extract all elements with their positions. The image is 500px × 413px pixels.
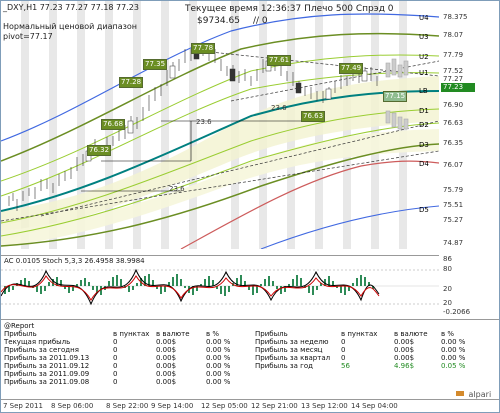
- time-tick: 13 Sep 12:00: [301, 402, 348, 410]
- price-bubble: 76.63: [301, 111, 326, 122]
- level-d4: D4: [419, 160, 429, 168]
- level-u4: U4: [419, 14, 429, 22]
- time-tick: 12 Sep 21:00: [251, 402, 298, 410]
- time-tick: 12 Sep 05:00: [201, 402, 248, 410]
- alpari-logo-icon: [456, 391, 464, 396]
- time-tick: 8 Sep 06:00: [51, 402, 94, 410]
- level-u2: U2: [419, 53, 429, 61]
- level-d5: D5: [419, 206, 429, 214]
- time-tick: 7 Sep 2011: [3, 402, 43, 410]
- report-title: @Report: [4, 322, 35, 330]
- col-header: в валюте: [156, 330, 190, 338]
- level-u3: U3: [419, 33, 429, 41]
- price-tick: 77.52: [443, 67, 464, 75]
- price-tick: 78.07: [443, 31, 464, 39]
- price-bubble: 76.68: [101, 119, 126, 130]
- report-row: Прибыль за 2011.09.13 0 0.00$ 0.00 % Прибыл…: [4, 354, 466, 362]
- level-u1: U1: [419, 69, 429, 77]
- col-header: Прибыль: [4, 330, 37, 338]
- price-chart[interactable]: [1, 1, 440, 250]
- report-row: Прибыль за сегодня 0 0.00$ 0.00 % Прибыль з…: [4, 346, 466, 354]
- balance: $9734.65: [197, 16, 240, 26]
- report-header-row: Прибыль в пунктах в валюте в % Прибыль в…: [1, 330, 499, 338]
- time-tick: 14 Sep 04:00: [351, 402, 398, 410]
- fibo-label: 23.6: [196, 118, 212, 126]
- price-tick: 76.90: [443, 101, 464, 109]
- price-tick: 75.79: [443, 186, 464, 194]
- price-tick: 76.63: [443, 119, 464, 127]
- fibo-label: 23.6: [169, 185, 185, 193]
- report-panel: @Report Прибыль в пунктах в валюте в % П…: [1, 319, 499, 400]
- price-bubble: 77.15: [383, 91, 408, 102]
- symbol-info: _DXY,H1 77.23 77.27 77.18 77.23: [3, 3, 139, 12]
- report-row: Прибыль за 2011.09.12 0 0.00$ 0.00 % Прибыл…: [4, 362, 466, 370]
- price-bubble: 76.32: [87, 145, 112, 156]
- price-tick: 77.79: [443, 51, 464, 59]
- price-tick: 75.51: [443, 201, 464, 209]
- price-axis[interactable]: 78.375 78.07 77.79 77.52 77.27 76.90 76.…: [441, 1, 499, 249]
- level-d3: D3: [419, 141, 429, 149]
- price-bubble: 77.78: [191, 43, 216, 54]
- logo-text: alpari: [468, 390, 492, 399]
- indicator-label: AC 0.0105 Stoch 5,3,3 26.4958 38.9984: [4, 257, 145, 265]
- time-axis[interactable]: 7 Sep 2011 8 Sep 06:00 8 Sep 22:00 9 Sep…: [1, 399, 499, 412]
- mt4-chart-window: _DXY,H1 77.23 77.27 77.18 77.23 Нормальн…: [0, 0, 500, 413]
- indicator-tick: -0.2066: [443, 308, 471, 316]
- col-header: в %: [206, 330, 220, 338]
- range-label: Нормальный ценовой диапазон: [3, 22, 138, 31]
- time-label: Текущее время 12:36:37 Плечо 500 Спрэд 0: [185, 4, 394, 14]
- price-tick: 76.07: [443, 161, 464, 169]
- price-tick: 75.27: [443, 216, 464, 224]
- price-tick: 78.375: [443, 13, 468, 21]
- col-header: Прибыль: [255, 330, 288, 338]
- col-header: в %: [441, 330, 455, 338]
- level-d1: D1: [419, 107, 429, 115]
- price-tick: 76.35: [443, 139, 464, 147]
- alpari-logo: alpari: [456, 389, 491, 399]
- price-chart-canvas: [1, 1, 440, 250]
- col-header: в пунктах: [341, 330, 378, 338]
- indicator-tick: 80: [443, 265, 452, 273]
- report-row: Прибыль за 2011.09.09 0 0.00$ 0.00 %: [4, 370, 231, 378]
- time-tick: 9 Sep 14:00: [151, 402, 194, 410]
- indicator-panel[interactable]: AC 0.0105 Stoch 5,3,3 26.4958 38.9984: [1, 255, 439, 318]
- level-lb: LB: [419, 87, 428, 95]
- balance-suffix: // 0: [253, 16, 268, 26]
- price-bubble: 77.35: [143, 59, 168, 70]
- price-bubble: 77.61: [267, 55, 292, 66]
- col-header: в валюте: [394, 330, 428, 338]
- price-tick: 77.27: [443, 75, 464, 83]
- current-price-marker: 77.23: [441, 83, 475, 92]
- price-bubble: 77.49: [339, 63, 364, 74]
- fibo-label: 23.6: [271, 104, 287, 112]
- level-d2: D2: [419, 121, 429, 129]
- indicator-axis: 86 80 20 20 -0.2066: [441, 255, 499, 317]
- col-header: в пунктах: [113, 330, 150, 338]
- report-row: Текущая прибыль 0 0.00$ 0.00 % Прибыль за н…: [4, 338, 466, 346]
- time-tick: 8 Sep 22:00: [106, 402, 149, 410]
- report-row: Прибыль за 2011.09.08 0 0.00$ 0.00 %: [4, 378, 231, 386]
- indicator-tick: 20: [443, 299, 452, 307]
- indicator-tick: 20: [443, 285, 452, 293]
- pivot-label: pivot=77.17: [3, 32, 53, 41]
- indicator-tick: 86: [443, 255, 452, 263]
- price-tick: 74.87: [443, 239, 464, 247]
- indicator-canvas: [1, 256, 439, 318]
- price-bubble: 77.28: [119, 77, 144, 88]
